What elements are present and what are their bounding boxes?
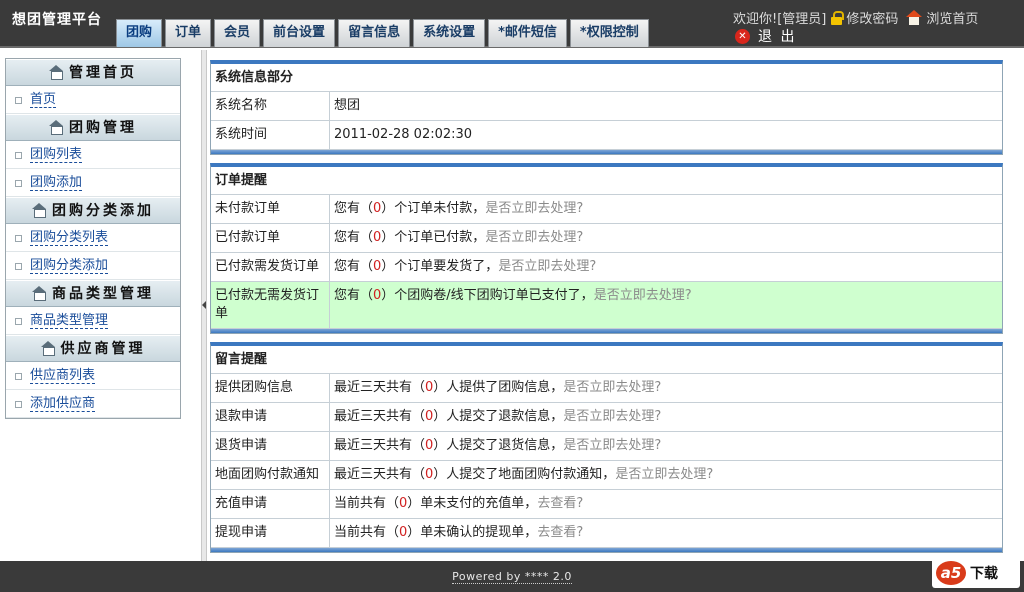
sidebar-section-category[interactable]: 团购分类添加 [6,197,180,224]
house-icon [49,120,63,135]
tab-email-sms[interactable]: *邮件短信 [488,19,567,47]
tab-system-settings[interactable]: 系统设置 [413,19,486,47]
a5-logo-icon: a5 [936,561,966,585]
lock-icon [830,10,845,25]
table-row: 提现申请 当前共有（0）单未确认的提现单，去查看? [211,519,1002,548]
panel-title: 系统信息部分 [211,64,1002,92]
table-row: 未付款订单 您有（0）个订单未付款，是否立即去处理? [211,195,1002,224]
main-tabs: 团购 订单 会员 前台设置 留言信息 系统设置 *邮件短信 *权限控制 [116,19,652,48]
table-row: 已付款需发货订单 您有（0）个订单要发货了，是否立即去处理? [211,253,1002,282]
sidebar-section-admin-home[interactable]: 管理首页 [6,59,180,86]
panel-title: 留言提醒 [211,346,1002,374]
view-link[interactable]: 去查看? [537,496,583,511]
process-link[interactable]: 是否立即去处理? [485,230,583,245]
close-icon: ✕ [735,28,750,44]
logout-label: 退 出 [758,29,797,45]
logout-button[interactable]: ✕ 退 出 [735,26,796,46]
system-info-panel: 系统信息部分 系统名称 想团 系统时间 2011-02-28 02:02:30 [210,60,1003,155]
sidebar-item-group-add[interactable]: 团购添加 [6,169,180,197]
table-row: 提供团购信息 最近三天共有（0）人提供了团购信息，是否立即去处理? [211,374,1002,403]
table-row: 充值申请 当前共有（0）单未支付的充值单，去查看? [211,490,1002,519]
sidebar-item-category-add[interactable]: 团购分类添加 [6,252,180,280]
process-link[interactable]: 是否立即去处理? [485,201,583,216]
change-password-link[interactable]: 修改密码 [846,8,898,27]
app-title: 想团管理平台 [12,12,102,28]
table-row: 退款申请 最近三天共有（0）人提交了退款信息，是否立即去处理? [211,403,1002,432]
tab-orders[interactable]: 订单 [165,19,212,47]
user-info: 欢迎你! [管理员] 修改密码 浏览首页 [733,8,978,27]
footer: Powered by **** 2.0 [0,561,1024,592]
top-header: 想团管理平台 团购 订单 会员 前台设置 留言信息 系统设置 *邮件短信 *权限… [0,0,1024,48]
table-row: 系统时间 2011-02-28 02:02:30 [211,121,1002,150]
table-row: 退货申请 最近三天共有（0）人提交了退货信息，是否立即去处理? [211,432,1002,461]
process-link[interactable]: 是否立即去处理? [563,409,661,424]
tab-permissions[interactable]: *权限控制 [569,19,649,47]
process-link[interactable]: 是否立即去处理? [563,380,661,395]
process-link[interactable]: 是否立即去处理? [498,259,596,274]
sidebar-item-group-list[interactable]: 团购列表 [6,141,180,169]
sidebar-splitter[interactable] [201,50,207,561]
main-content: 系统信息部分 系统名称 想团 系统时间 2011-02-28 02:02:30 订单… [210,60,1003,561]
role-link[interactable]: [管理员] [777,8,826,27]
browse-home-link[interactable]: 浏览首页 [926,8,978,27]
watermark-logo: a5 下载 [932,558,1020,588]
house-icon [49,65,63,80]
sidebar-item-supplier-list[interactable]: 供应商列表 [6,362,180,390]
house-icon [32,286,46,301]
welcome-text: 欢迎你! [733,12,778,27]
house-icon [40,341,55,356]
sidebar-section-group-buy[interactable]: 团购管理 [6,114,180,141]
process-link[interactable]: 是否立即去处理? [615,467,713,482]
view-link[interactable]: 去查看? [537,525,583,540]
table-row-highlighted: 已付款无需发货订单 您有（0）个团购卷/线下团购订单已支付了，是否立即去处理? [211,282,1002,329]
table-row: 地面团购付款通知 最近三天共有（0）人提交了地面团购付款通知，是否立即去处理? [211,461,1002,490]
table-row: 系统名称 想团 [211,92,1002,121]
process-link[interactable]: 是否立即去处理? [594,288,692,303]
message-alert-panel: 留言提醒 提供团购信息 最近三天共有（0）人提供了团购信息，是否立即去处理? 退款… [210,342,1003,553]
sidebar-item-home[interactable]: 首页 [6,86,180,114]
panel-title: 订单提醒 [211,167,1002,195]
house-icon [32,203,46,218]
sidebar-section-product-type[interactable]: 商品类型管理 [6,280,180,307]
collapse-arrow-icon[interactable] [202,301,206,309]
tab-members[interactable]: 会员 [214,19,261,47]
sidebar-item-product-type[interactable]: 商品类型管理 [6,307,180,335]
powered-by-text: Powered by **** 2.0 [452,570,572,584]
sidebar: 管理首页 首页 团购管理 团购列表 团购添加 团购分类添加 团购分类列表 团购分… [5,58,181,419]
sidebar-item-category-list[interactable]: 团购分类列表 [6,224,180,252]
watermark-text: 下载 [970,566,998,582]
home-icon [906,10,923,25]
sidebar-section-supplier[interactable]: 供应商管理 [6,335,180,362]
tab-frontend-settings[interactable]: 前台设置 [263,19,336,47]
sidebar-item-supplier-add[interactable]: 添加供应商 [6,390,180,418]
tab-group-buy[interactable]: 团购 [116,19,163,47]
process-link[interactable]: 是否立即去处理? [563,438,661,453]
order-alert-panel: 订单提醒 未付款订单 您有（0）个订单未付款，是否立即去处理? 已付款订单 您有（0… [210,163,1003,334]
table-row: 已付款订单 您有（0）个订单已付款，是否立即去处理? [211,224,1002,253]
tab-messages[interactable]: 留言信息 [338,19,411,47]
